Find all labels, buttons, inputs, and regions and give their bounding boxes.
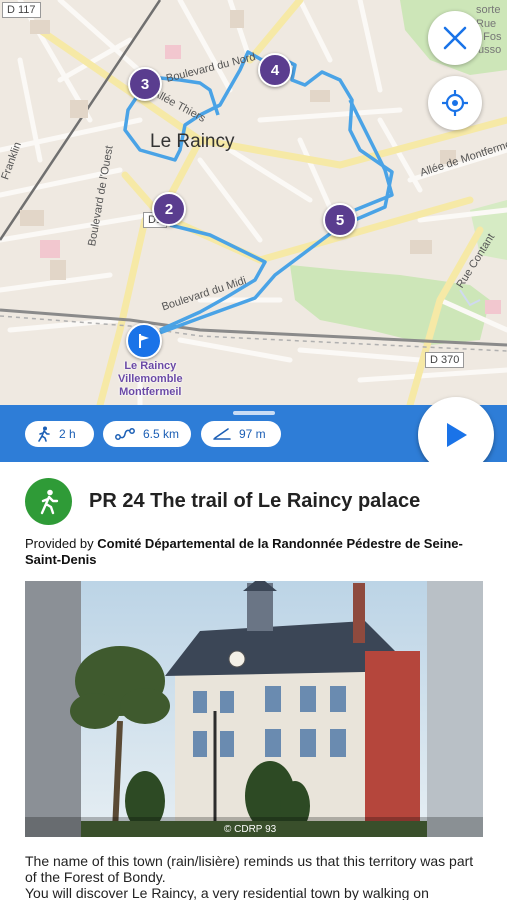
title-row: PR 24 The trail of Le Raincy palace bbox=[25, 478, 420, 525]
flag-icon bbox=[139, 334, 149, 348]
drag-handle[interactable] bbox=[233, 411, 275, 415]
road-label-sorte: sorte bbox=[476, 4, 501, 16]
stop-marker-3[interactable]: 3 bbox=[128, 67, 162, 101]
road-tag-d117: D 117 bbox=[2, 2, 41, 18]
station-label-line-1: Le Raincy bbox=[124, 360, 177, 372]
trail-details: PR 24 The trail of Le Raincy palace Prov… bbox=[0, 462, 507, 900]
town-label: Le Raincy bbox=[150, 131, 235, 152]
elevation-value: 97 m bbox=[239, 427, 266, 441]
locate-button[interactable] bbox=[428, 76, 482, 130]
elevation-pill: 97 m bbox=[201, 421, 281, 447]
stop-marker-4[interactable]: 4 bbox=[258, 53, 292, 87]
road-label-busso: usso bbox=[478, 44, 502, 56]
trail-title: PR 24 The trail of Le Raincy palace bbox=[89, 490, 421, 512]
crosshair-icon bbox=[442, 90, 468, 116]
close-icon bbox=[443, 26, 467, 50]
route-distance-icon bbox=[115, 428, 135, 440]
hike-badge bbox=[25, 478, 72, 525]
trail-description: The name of this town (rain/lisière) rem… bbox=[25, 853, 485, 900]
station-label-line-2: Villemomble bbox=[118, 373, 183, 385]
app-root: D 117 D1 D 370 Boulevard du Nord Allée T… bbox=[0, 0, 507, 900]
trail-photo[interactable]: © CDRP 93 bbox=[25, 581, 483, 837]
play-icon bbox=[447, 423, 467, 447]
start-marker[interactable] bbox=[126, 323, 162, 359]
duration-pill: 2 h bbox=[25, 421, 94, 447]
provider-line: Provided by Comité Départemental de la R… bbox=[25, 536, 485, 568]
distance-pill: 6.5 km bbox=[103, 421, 191, 447]
elevation-icon bbox=[213, 428, 231, 440]
description-paragraph-1: The name of this town (rain/lisière) rem… bbox=[25, 853, 474, 885]
distance-value: 6.5 km bbox=[143, 427, 180, 441]
town-hall-image bbox=[25, 581, 483, 837]
description-paragraph-2: You will discover Le Raincy, a very resi… bbox=[25, 885, 429, 900]
station-label-line-3: Montfermeil bbox=[119, 386, 182, 398]
station-label: Le Raincy Villemomble Montfermeil bbox=[118, 360, 183, 399]
photo-credit: © CDRP 93 bbox=[224, 824, 277, 835]
walker-icon bbox=[38, 426, 50, 442]
stop-marker-5[interactable]: 5 bbox=[323, 203, 357, 237]
close-button[interactable] bbox=[428, 11, 482, 65]
stop-marker-2[interactable]: 2 bbox=[152, 192, 186, 226]
duration-value: 2 h bbox=[59, 427, 76, 441]
hiker-icon bbox=[40, 489, 58, 514]
map-view[interactable]: D 117 D1 D 370 Boulevard du Nord Allée T… bbox=[0, 0, 507, 405]
road-tag-d370: D 370 bbox=[425, 352, 465, 368]
provider-prefix: Provided by bbox=[25, 536, 98, 551]
